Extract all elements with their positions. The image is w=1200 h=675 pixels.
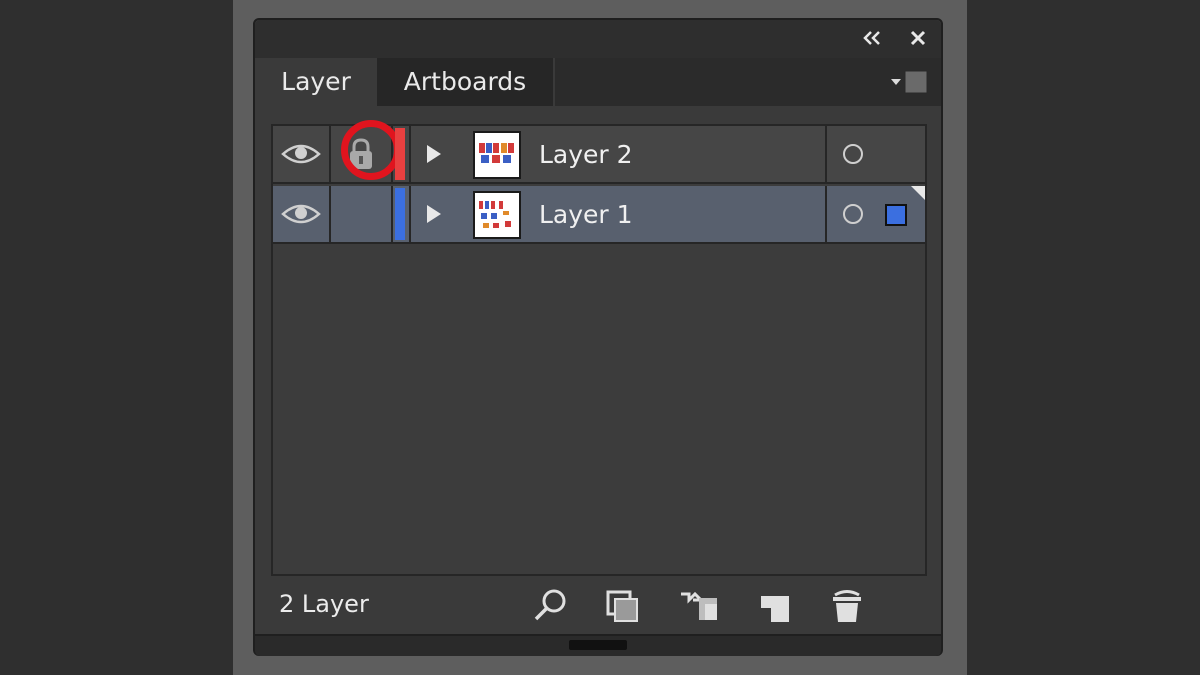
highlight-ring bbox=[341, 120, 401, 180]
panel-tabbar: Layer Artboards bbox=[255, 58, 941, 106]
layer-name-cell[interactable]: Layer 1 bbox=[465, 186, 825, 242]
layers-panel: Layer Artboards Layer 2 Layer 1 2 Layer bbox=[253, 18, 943, 656]
make-clipping-mask-button[interactable] bbox=[603, 586, 643, 626]
target-circle-icon[interactable] bbox=[843, 144, 863, 164]
tab-layer[interactable]: Layer bbox=[255, 58, 377, 106]
layer-thumbnail bbox=[473, 191, 521, 239]
triangle-right-icon bbox=[427, 145, 441, 163]
locate-object-button[interactable] bbox=[531, 586, 571, 626]
delete-layer-button[interactable] bbox=[827, 586, 867, 626]
visibility-toggle[interactable] bbox=[273, 186, 331, 242]
resize-grip-icon[interactable] bbox=[569, 640, 627, 650]
triangle-right-icon bbox=[427, 205, 441, 223]
layer-name: Layer 2 bbox=[539, 140, 633, 169]
tab-layer-label: Layer bbox=[281, 67, 351, 96]
layer-color-indicator bbox=[393, 126, 409, 182]
layer-name: Layer 1 bbox=[539, 200, 633, 229]
eye-icon bbox=[281, 204, 321, 224]
expand-toggle[interactable] bbox=[409, 186, 465, 242]
layer-count: 2 Layer bbox=[279, 590, 369, 618]
create-new-layer-button[interactable] bbox=[755, 586, 795, 626]
layer-thumbnail bbox=[473, 131, 521, 179]
create-sublayer-button[interactable] bbox=[679, 586, 719, 626]
visibility-toggle[interactable] bbox=[273, 126, 331, 182]
search-icon bbox=[534, 589, 566, 621]
tab-artboards-label: Artboards bbox=[403, 67, 527, 96]
panel-titlebar bbox=[255, 20, 941, 58]
layer-row-layer-2[interactable]: Layer 2 bbox=[273, 120, 925, 184]
layer-name-cell[interactable]: Layer 2 bbox=[465, 126, 825, 182]
panel-resize-strip[interactable] bbox=[255, 634, 941, 656]
panel-menu-icon[interactable] bbox=[891, 70, 931, 94]
expand-toggle[interactable] bbox=[409, 126, 465, 182]
target-cell[interactable] bbox=[825, 186, 925, 242]
eye-icon bbox=[281, 144, 321, 164]
panel-footer: 2 Layer bbox=[255, 580, 941, 632]
current-layer-indicator bbox=[911, 186, 925, 200]
trash-icon bbox=[833, 590, 861, 622]
lock-toggle[interactable] bbox=[331, 186, 393, 242]
layer-color-indicator bbox=[393, 186, 409, 242]
sublayer-icon bbox=[681, 591, 717, 620]
close-icon[interactable] bbox=[907, 27, 929, 49]
clipping-mask-icon bbox=[606, 590, 638, 622]
double-chevron-left-icon[interactable] bbox=[861, 27, 883, 49]
layer-row-layer-1[interactable]: Layer 1 bbox=[273, 186, 925, 244]
new-layer-icon bbox=[761, 596, 789, 622]
selection-indicator[interactable] bbox=[885, 204, 907, 226]
target-cell[interactable] bbox=[825, 126, 925, 182]
target-circle-icon[interactable] bbox=[843, 204, 863, 224]
layers-list: Layer 2 Layer 1 bbox=[271, 120, 927, 576]
tab-artboards[interactable]: Artboards bbox=[377, 58, 555, 106]
